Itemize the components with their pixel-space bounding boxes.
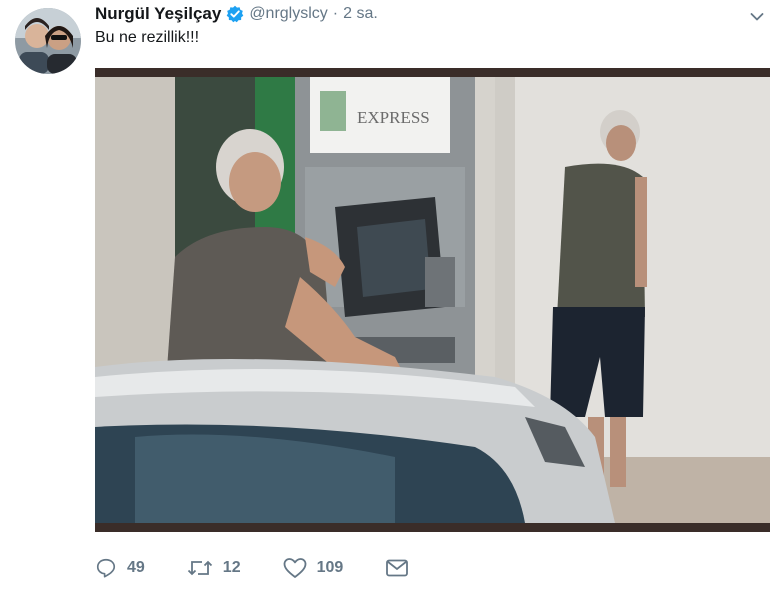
like-count: 109: [316, 559, 344, 576]
retweet-button[interactable]: 12: [187, 557, 241, 579]
reply-button[interactable]: 49: [95, 557, 145, 579]
tweet[interactable]: Nurgül Yeşilçay @nrglyslcy · 2 sa. Bu ne…: [0, 0, 770, 593]
tweet-actions: 49 12 109: [95, 556, 419, 580]
direct-message-icon: [386, 559, 409, 577]
tweet-text: Bu ne rezillik!!!: [95, 29, 200, 46]
reply-count: 49: [127, 559, 145, 576]
timestamp[interactable]: 2 sa.: [343, 5, 378, 23]
display-name[interactable]: Nurgül Yeşilçay: [95, 4, 221, 24]
tweet-photo[interactable]: EXPRESS: [95, 68, 770, 532]
like-button[interactable]: 109: [283, 557, 344, 579]
reply-icon: [96, 558, 116, 578]
retweet-icon: [187, 560, 212, 576]
atm-sign-text: EXPRESS: [357, 108, 430, 127]
verified-icon: [226, 5, 244, 23]
caret-down-icon[interactable]: [750, 9, 764, 21]
separator-dot: ·: [332, 5, 339, 22]
user-handle[interactable]: @nrglyslcy: [249, 5, 327, 23]
avatar[interactable]: [15, 8, 81, 74]
tweet-header: Nurgül Yeşilçay @nrglyslcy · 2 sa.: [95, 3, 378, 25]
direct-message-button[interactable]: [385, 558, 419, 578]
like-icon: [283, 558, 306, 578]
retweet-count: 12: [222, 559, 241, 576]
